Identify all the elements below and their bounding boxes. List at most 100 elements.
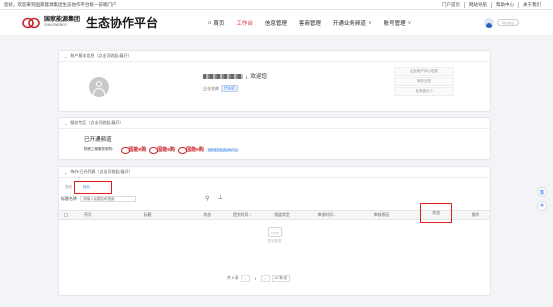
account-info-title: 账户基本信息（点击可收起/展开） <box>70 53 132 58</box>
nav-workbench[interactable]: 工作台 <box>230 10 259 36</box>
nav-account-management[interactable]: 账号管理 ∨ <box>378 10 418 36</box>
nav-info-management[interactable]: 信息管理 <box>259 10 293 36</box>
total-count: 共 0 条 <box>227 276 239 280</box>
top-link-portal-home[interactable]: 门户首页 <box>438 1 465 8</box>
col-index: 序号 <box>84 212 92 217</box>
opened-channels-title: 已开通频道 <box>84 137 112 143</box>
brand-name: 国能e购 <box>157 147 176 153</box>
procurement-label: 物资工程服务采购： <box>84 147 116 151</box>
todo-list-card: ⌄ 待办/已办列表（点击可收起/展开） 类别 待办 标题名称 ⚲ ⟂ 序号 标题… <box>58 166 491 296</box>
main-nav: ⌂ 首页 工作台 信息管理 客商管理 开通业务频道 ∨ 账号管理 ∨ <box>202 10 417 36</box>
channel-link-3[interactable]: 国能e购 <box>178 146 204 154</box>
search-label: 标题名称 <box>61 196 77 201</box>
col-review-time[interactable]: 审核时间 ↓ <box>302 213 352 218</box>
chn-energy-logo-icon <box>149 147 159 154</box>
page-size-select[interactable]: 10 条/页 <box>271 275 290 282</box>
chevron-down-icon: ⌄ <box>64 120 68 126</box>
nav-open-channel-label: 开通业务频道 <box>332 20 366 27</box>
chevron-down-icon: ⌄ <box>64 169 68 175</box>
current-page[interactable]: 1 <box>252 275 259 282</box>
settings-icon[interactable]: ✲ <box>537 201 547 211</box>
nav-merchant-management[interactable]: 客商管理 <box>293 10 327 36</box>
enterprise-center-button[interactable]: 企业用户中心信息 <box>394 67 454 76</box>
prev-page-button[interactable]: ‹ <box>240 275 250 282</box>
chevron-down-icon: ∨ <box>407 19 412 26</box>
todo-list-header[interactable]: ⌄ 待办/已办列表（点击可收起/展开） <box>59 167 490 178</box>
nav-account-label: 账号管理 <box>383 20 406 27</box>
nav-merchant-label: 客商管理 <box>298 20 321 27</box>
channel-link-1[interactable]: 国能e购 <box>120 146 147 154</box>
search-icon[interactable]: ⚲ <box>205 195 209 202</box>
brand-name: 国能e购 <box>128 147 147 153</box>
chevron-down-icon: ∨ <box>367 19 372 26</box>
avatar <box>484 17 494 28</box>
chevron-down-icon: ⌄ <box>64 53 68 59</box>
nav-workbench-label: 工作台 <box>236 20 253 27</box>
business-stats-button[interactable]: 业务统计 0 <box>394 87 454 96</box>
col-review-reason: 审核原因 <box>373 212 390 217</box>
nav-home-label: 首页 <box>213 20 225 27</box>
user-avatar <box>89 77 109 97</box>
main-header: 国家能源集团 CHN ENERGY 生态协作平台 ⌂ 首页 工作台 信息管理 客… <box>0 10 553 36</box>
col-title: 标题 <box>143 212 152 217</box>
category-filter: 类别 待办 <box>65 181 112 194</box>
top-link-site-nav[interactable]: 网站导航 <box>465 1 492 8</box>
home-icon: ⌂ <box>208 19 212 26</box>
todo-table: 序号 标题 状态 提交时间 ↓ 频道类型 审核时间 ↓ 审核原因 状态 操作 <box>59 203 490 223</box>
channel-logos: 物资工程服务采购： 国能e购 国能e购 国能e购 国家能源集团采购平台 <box>84 146 490 154</box>
top-link-help[interactable]: 帮助中心 <box>492 1 519 8</box>
nav-info-label: 信息管理 <box>264 20 287 27</box>
welcome-suffix: ，欢迎您 <box>245 74 268 80</box>
account-info-header[interactable]: ⌄ 账户基本信息（点击可收起/展开） <box>59 51 490 62</box>
search-row: 标题名称 <box>59 196 490 202</box>
enterprise-info: 企业名称 已认证 <box>203 85 238 92</box>
col-state-highlight: 状态 <box>411 203 461 224</box>
greeting-text: 您好，欢迎来到国家能源集团生态协作平台统一前端门户 <box>4 1 117 7</box>
certified-badge: 已认证 <box>221 85 238 92</box>
nav-home[interactable]: ⌂ 首页 <box>202 10 230 36</box>
blurred-username <box>203 73 243 79</box>
chn-energy-logo-icon <box>22 17 40 29</box>
select-all-checkbox[interactable] <box>59 212 73 218</box>
empty-box-icon <box>267 227 282 237</box>
pagination: 共 0 条 ‹ 1 › 10 条/页 <box>227 275 290 282</box>
todo-business-button[interactable]: 待办业务 <box>394 77 454 86</box>
col-submit-time[interactable]: 提交时间 ↓ <box>222 213 262 218</box>
procurement-platform-tag[interactable]: 国家能源集团采购平台 <box>206 147 239 152</box>
enterprise-label: 企业名称 <box>203 85 219 91</box>
account-info-card: ⌄ 账户基本信息（点击可收起/展开） ，欢迎您 企业名称 已认证 企业用户中心信… <box>58 50 491 112</box>
service-zone-title: 服务专区（点击可收起/展开） <box>70 120 124 125</box>
search-input[interactable] <box>80 196 136 202</box>
col-status: 状态 <box>203 212 212 217</box>
service-zone-header[interactable]: ⌄ 服务专区（点击可收起/展开） <box>59 118 490 129</box>
platform-title: 生态协作平台 <box>86 16 159 30</box>
top-link-about[interactable]: 关于我们 <box>519 2 545 8</box>
customer-service-icon[interactable]: 客 <box>537 187 547 197</box>
empty-state: 暂无数据 <box>59 227 490 244</box>
nav-open-channel[interactable]: 开通业务频道 ∨ <box>327 10 378 36</box>
col-state: 状态 <box>420 203 453 223</box>
search-actions: ⚲ ⟂ <box>205 195 222 202</box>
welcome-text: ，欢迎您 <box>203 72 267 80</box>
top-links: 门户首页 网站导航 帮助中心 关于我们 <box>438 1 545 8</box>
category-label: 类别 <box>65 185 72 189</box>
status-tab-label: 待办 <box>83 185 90 189</box>
status-tab-todo[interactable]: 待办 <box>74 181 112 194</box>
todo-list-title: 待办/已办列表（点击可收起/展开） <box>70 169 133 174</box>
next-page-button[interactable]: › <box>260 275 270 282</box>
chn-energy-logo-icon <box>178 147 188 154</box>
empty-text: 暂无数据 <box>267 239 282 243</box>
table-header: 序号 标题 状态 提交时间 ↓ 频道类型 审核时间 ↓ 审核原因 状态 操作 <box>59 203 490 223</box>
col-channel-type: 频道类型 <box>274 212 290 217</box>
user-name-field: 用户信息 <box>497 19 519 26</box>
col-actions: 操作 <box>471 212 480 217</box>
top-bar: 您好，欢迎来到国家能源集团生态协作平台统一前端门户 门户首页 网站导航 帮助中心… <box>0 0 553 10</box>
chn-energy-logo-icon <box>120 147 130 154</box>
logo-en-text: CHN ENERGY <box>44 23 68 28</box>
brand-logo[interactable]: 国家能源集团 CHN ENERGY <box>22 17 80 29</box>
reset-icon[interactable]: ⟂ <box>218 195 222 202</box>
channel-link-2[interactable]: 国能e购 <box>149 146 176 154</box>
user-menu[interactable]: 用户信息 <box>484 17 519 28</box>
service-zone-card: ⌄ 服务专区（点击可收起/展开） 已开通频道 物资工程服务采购： 国能e购 国能… <box>58 117 491 160</box>
account-side-buttons: 企业用户中心信息 待办业务 业务统计 0 <box>394 67 454 96</box>
